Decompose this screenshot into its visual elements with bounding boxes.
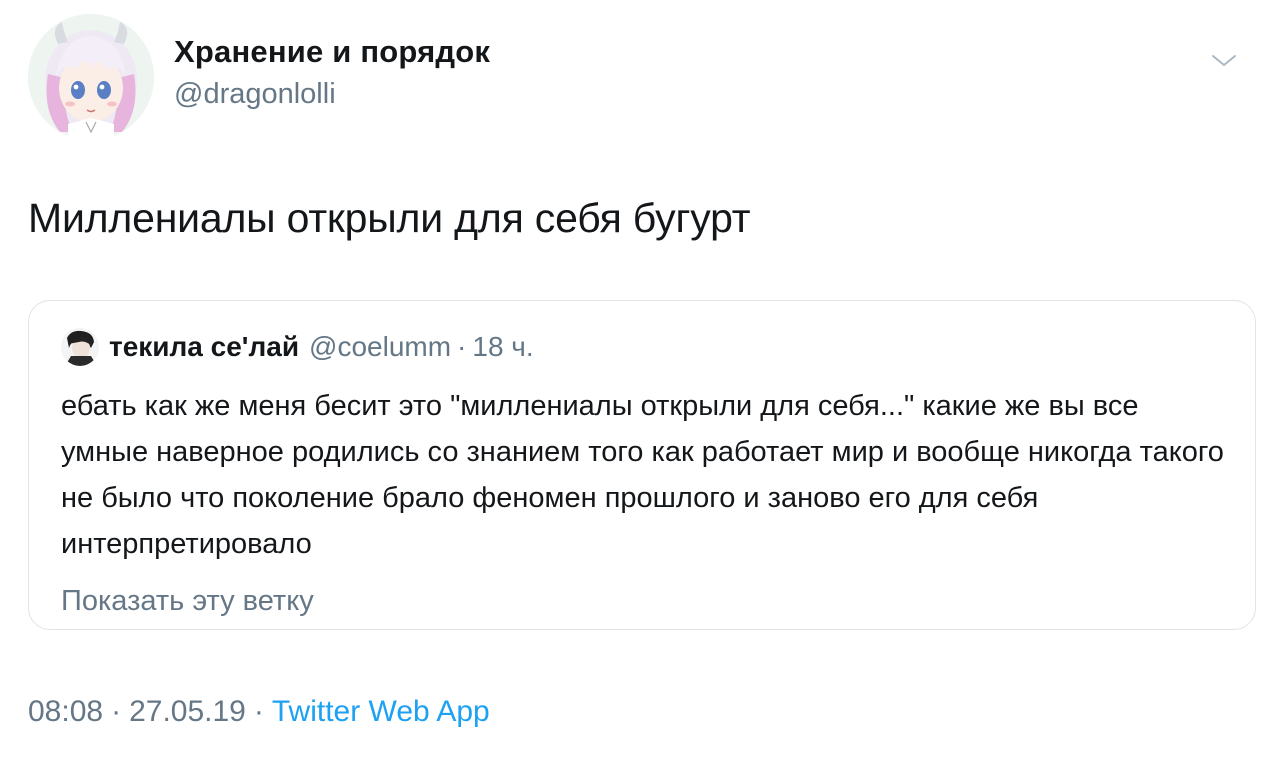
quoted-timestamp[interactable]: 18 ч.: [472, 331, 533, 363]
quoted-tweet-header: текила се'лай @coelumm · 18 ч.: [61, 327, 534, 367]
quoted-author-name[interactable]: текила се'лай: [109, 331, 299, 363]
author-name-block[interactable]: Хранение и порядок @dragonlolli: [174, 32, 490, 114]
tweet-source-link[interactable]: Twitter Web App: [272, 695, 490, 728]
quoted-tweet-text: ебать как же меня бесит это "миллениалы …: [61, 390, 1224, 560]
show-thread-link[interactable]: Показать эту ветку: [61, 581, 314, 621]
quoted-avatar-image: [61, 328, 99, 366]
tweet-meta: 08:08 · 27.05.19 · Twitter Web App: [28, 692, 490, 732]
quoted-author-avatar[interactable]: [61, 328, 99, 366]
author-handle[interactable]: @dragonlolli: [174, 74, 490, 114]
author-avatar[interactable]: [28, 14, 154, 140]
chevron-down-icon[interactable]: [1210, 50, 1238, 70]
tweet-text: Миллениалы открыли для себя бугурт: [28, 195, 751, 241]
tweet-time[interactable]: 08:08: [28, 695, 103, 728]
quoted-separator: ·: [457, 331, 467, 362]
tweet-date[interactable]: 27.05.19: [129, 695, 246, 728]
meta-separator: ·: [253, 695, 264, 728]
tweet-header: Хранение и порядок @dragonlolli: [28, 14, 1238, 144]
quoted-tweet-card[interactable]: текила се'лай @coelumm · 18 ч. ебать как…: [28, 300, 1256, 630]
quoted-author-handle[interactable]: @coelumm: [309, 331, 451, 363]
meta-separator: ·: [111, 695, 122, 728]
anime-avatar-image: [28, 14, 154, 140]
author-display-name[interactable]: Хранение и порядок: [174, 32, 490, 72]
